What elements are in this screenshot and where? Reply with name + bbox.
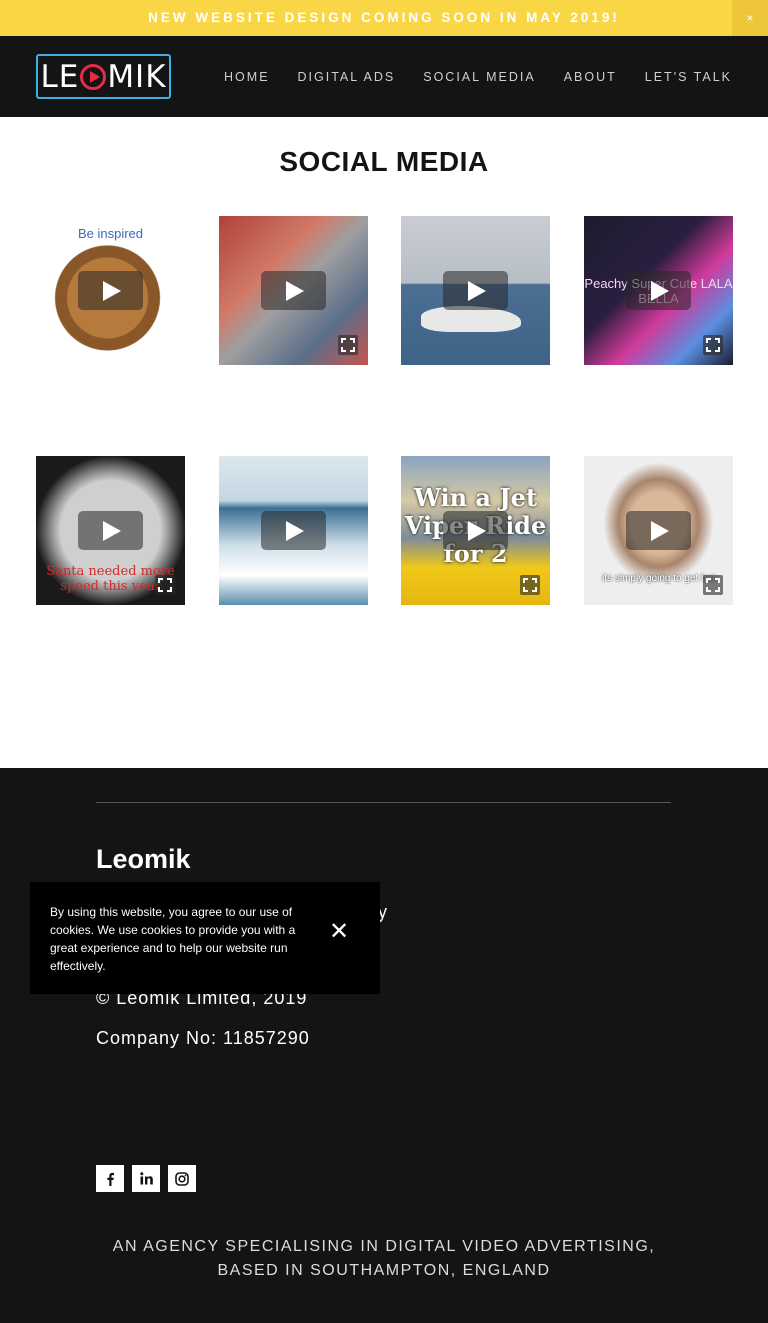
- video-tile[interactable]: [401, 216, 550, 365]
- social-links: [96, 1165, 196, 1192]
- main-nav: HOME DIGITAL ADS SOCIAL MEDIA ABOUT LET'…: [224, 36, 732, 117]
- expand-icon[interactable]: [338, 335, 358, 355]
- site-footer: Leomik y © Leomik Limited, 2019 Company …: [0, 768, 768, 1323]
- expand-icon[interactable]: [703, 575, 723, 595]
- expand-icon[interactable]: [703, 335, 723, 355]
- expand-icon[interactable]: [155, 575, 175, 595]
- leomik-logo[interactable]: LE MIK: [36, 54, 171, 99]
- facebook-icon[interactable]: [96, 1165, 124, 1192]
- video-tile[interactable]: Peachy Super Cute LALA BELLA: [584, 216, 733, 365]
- play-button[interactable]: [443, 511, 508, 550]
- play-button[interactable]: [626, 271, 691, 310]
- logo-text-left: LE: [40, 58, 80, 95]
- tile-caption: Be inspired: [77, 226, 144, 241]
- cookie-text: By using this website, you agree to our …: [50, 905, 296, 973]
- nav-social-media[interactable]: SOCIAL MEDIA: [423, 70, 535, 84]
- video-tile[interactable]: Be inspired: [36, 216, 185, 365]
- logo-text-right: MIK: [107, 58, 167, 95]
- cookie-banner: By using this website, you agree to our …: [30, 882, 380, 994]
- cookie-close-button[interactable]: ✕: [328, 920, 350, 944]
- nav-lets-talk[interactable]: LET'S TALK: [645, 70, 732, 84]
- expand-icon[interactable]: [520, 575, 540, 595]
- announcement-bar: NEW WEBSITE DESIGN COMING SOON IN MAY 20…: [0, 0, 768, 36]
- linkedin-icon[interactable]: [132, 1165, 160, 1192]
- footer-brand: Leomik: [96, 844, 191, 874]
- instagram-icon[interactable]: [168, 1165, 196, 1192]
- nav-digital-ads[interactable]: DIGITAL ADS: [298, 70, 396, 84]
- play-button[interactable]: [261, 271, 326, 310]
- nav-about[interactable]: ABOUT: [564, 70, 617, 84]
- video-tile[interactable]: its simply going to get bet: [584, 456, 733, 605]
- play-button[interactable]: [626, 511, 691, 550]
- play-icon: [80, 63, 107, 90]
- announcement-close-button[interactable]: ×: [732, 0, 768, 36]
- nav-home[interactable]: HOME: [224, 70, 270, 84]
- page-title: SOCIAL MEDIA: [279, 146, 489, 177]
- announcement-text: NEW WEBSITE DESIGN COMING SOON IN MAY 20…: [148, 10, 620, 25]
- play-button[interactable]: [78, 271, 143, 310]
- play-button[interactable]: [261, 511, 326, 550]
- video-tile[interactable]: [219, 456, 368, 605]
- video-tile[interactable]: Win a Jet Viper Ride for 2: [401, 456, 550, 605]
- footer-company-number: Company No: 11857290: [96, 1028, 310, 1048]
- play-button[interactable]: [443, 271, 508, 310]
- footer-divider: [96, 802, 671, 803]
- footer-tagline: AN AGENCY SPECIALISING IN DIGITAL VIDEO …: [0, 1235, 768, 1283]
- video-tile[interactable]: Santa needed more speed this year: [36, 456, 185, 605]
- tagline-line-1: AN AGENCY SPECIALISING IN DIGITAL VIDEO …: [112, 1238, 656, 1255]
- logo-wordmark: LE MIK: [40, 59, 166, 95]
- site-header: LE MIK HOME DIGITAL ADS SOCIAL MEDIA ABO…: [0, 36, 768, 117]
- tagline-line-2: BASED IN SOUTHAMPTON, ENGLAND: [217, 1262, 551, 1279]
- video-tile[interactable]: [219, 216, 368, 365]
- play-button[interactable]: [78, 511, 143, 550]
